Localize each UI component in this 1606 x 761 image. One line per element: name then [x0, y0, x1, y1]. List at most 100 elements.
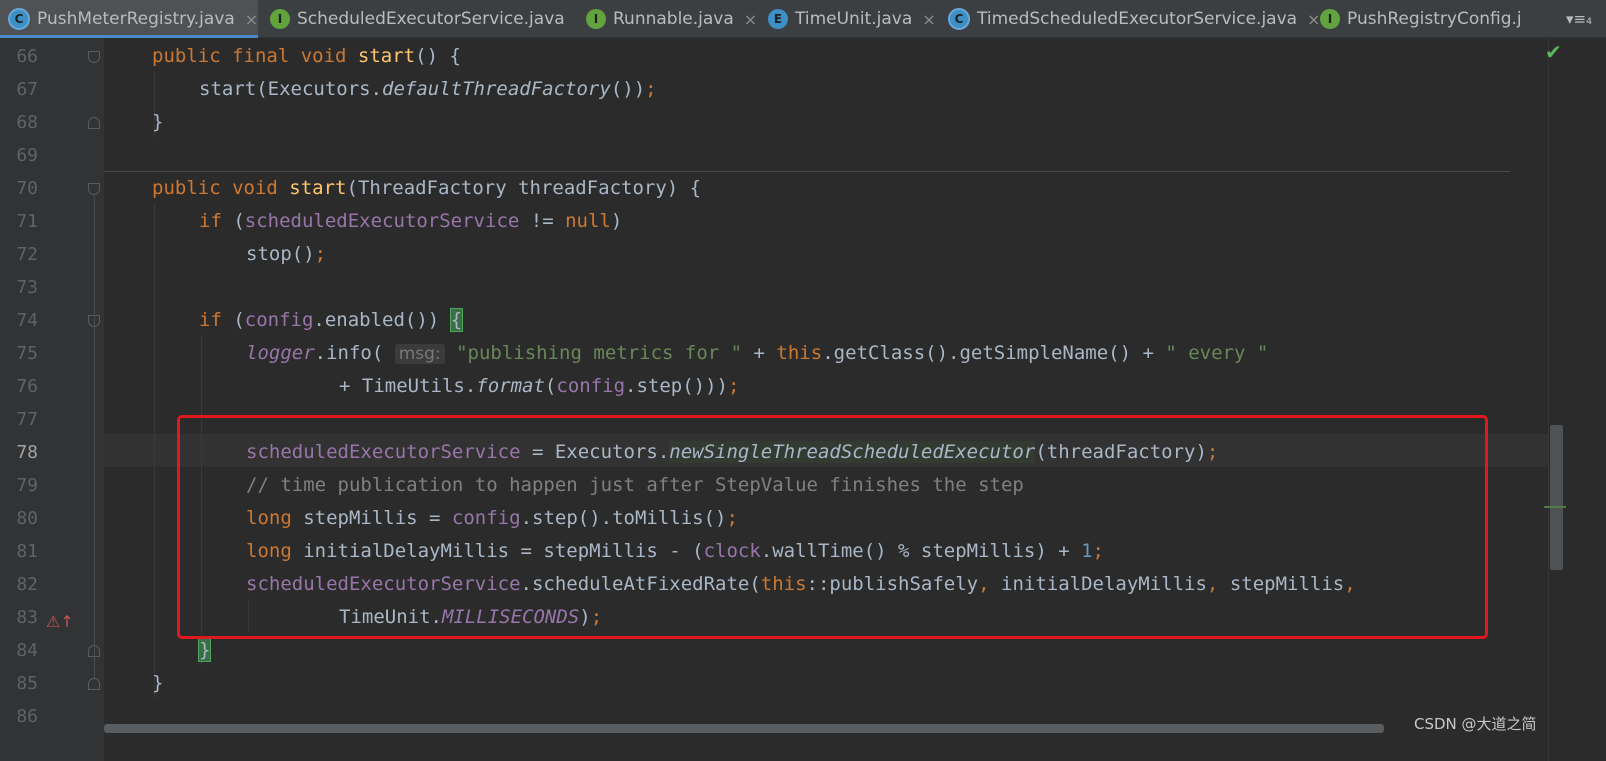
token: ; [727, 375, 740, 397]
inspection-ok-icon[interactable]: ✔ [1545, 40, 1562, 64]
tab-label: PushRegistryConfig.j [1347, 9, 1522, 29]
token: public final void [152, 45, 347, 67]
line-number: 71 [16, 211, 38, 232]
close-icon[interactable]: × [245, 10, 258, 29]
token: ( [544, 375, 557, 397]
line-number: 69 [16, 145, 38, 166]
interface-icon: I [270, 9, 290, 29]
line-number: 80 [16, 508, 38, 529]
tab-label: PushMeterRegistry.java [37, 9, 235, 29]
class-icon: C [948, 8, 970, 30]
highlight-annotation-box [177, 415, 1488, 639]
code-line-75: logger.info( msg: "publishing metrics fo… [246, 337, 1268, 370]
token: () { [415, 45, 461, 67]
tab-push-registry-config[interactable]: I PushRegistryConfig.j [1312, 0, 1558, 38]
tab-scheduled-executor-service[interactable]: I ScheduledExecutorService.java × [262, 0, 570, 38]
fold-collapse-icon[interactable] [88, 183, 100, 195]
fold-collapse-icon[interactable] [88, 51, 100, 63]
fold-guide-line [94, 196, 95, 678]
close-icon[interactable]: × [922, 10, 935, 29]
line-number: 74 [16, 310, 38, 331]
token: .step())) [625, 375, 728, 397]
code-line-72: stop(); [246, 238, 326, 271]
line-number-gutter: 66 67 68 69 70 71 72 73 74 75 76 77 78 7… [0, 38, 104, 761]
token: "publishing metrics for " [456, 342, 743, 364]
tab-push-meter-registry[interactable]: C PushMeterRegistry.java × [0, 0, 258, 38]
editor-tab-bar: C PushMeterRegistry.java × I ScheduledEx… [0, 0, 1606, 38]
enum-icon: E [768, 9, 788, 29]
code-line-70: public void start(ThreadFactory threadFa… [152, 172, 701, 205]
fold-end-icon[interactable] [88, 117, 100, 129]
token: ; [645, 78, 657, 100]
current-line-number: 78 [16, 442, 38, 463]
line-number: 82 [16, 574, 38, 595]
tab-label: ScheduledExecutorService.java [297, 9, 565, 29]
code-line-85: } [152, 667, 163, 700]
scrollbar-thumb[interactable] [1550, 425, 1563, 570]
tab-timed-scheduled-executor-service[interactable]: C TimedScheduledExecutorService.java × [940, 0, 1318, 38]
token: public void [152, 177, 278, 199]
line-number: 79 [16, 475, 38, 496]
matched-brace: { [449, 308, 464, 332]
code-line-68: } [152, 106, 163, 139]
token: " every " [1165, 342, 1269, 364]
token: defaultThreadFactory [382, 78, 611, 100]
code-line-67: start(Executors.defaultThreadFactory()); [199, 73, 657, 106]
token: ( [221, 210, 245, 232]
tab-list-dropdown-icon[interactable]: ▾≡₄ [1552, 0, 1606, 38]
token: logger [246, 342, 315, 364]
line-number: 66 [16, 46, 38, 67]
parameter-hint: msg: [394, 344, 445, 364]
token: this [776, 342, 823, 364]
line-number: 83 [16, 607, 38, 628]
token: start [289, 177, 347, 199]
token: ; [314, 243, 327, 265]
token: format [476, 375, 545, 397]
tab-time-unit[interactable]: E TimeUnit.java × [760, 0, 946, 38]
indent-guide [154, 203, 155, 698]
token: config [244, 309, 314, 331]
tab-label: Runnable.java [613, 9, 734, 29]
token: ) [610, 210, 623, 232]
line-number: 67 [16, 79, 38, 100]
line-number: 86 [16, 706, 38, 727]
tab-runnable[interactable]: I Runnable.java × [578, 0, 766, 38]
line-number: 70 [16, 178, 38, 199]
line-number: 68 [16, 112, 38, 133]
line-number: 81 [16, 541, 38, 562]
matched-brace: } [197, 638, 212, 662]
token: + [742, 342, 777, 364]
interface-icon: I [1320, 9, 1340, 29]
code-editor[interactable]: public final void start () { start(Execut… [104, 38, 1548, 761]
implements-method-icon[interactable]: ⚠↑ [46, 612, 74, 632]
token: if [199, 210, 222, 232]
change-marker [1544, 506, 1566, 508]
tab-label: TimeUnit.java [795, 9, 913, 29]
token: ()) [610, 78, 646, 100]
token: ( [221, 309, 245, 331]
watermark: CSDN @大道之简 [1414, 715, 1537, 733]
vertical-scrollbar[interactable] [1548, 38, 1566, 761]
token: .getClass().getSimpleName() + [822, 342, 1166, 364]
token: .info( [314, 342, 395, 364]
token: != [519, 210, 566, 232]
horizontal-scrollbar-thumb[interactable] [104, 724, 1384, 733]
token: if [199, 309, 222, 331]
token: } [152, 672, 164, 694]
token: } [152, 111, 164, 133]
token: config [556, 375, 626, 397]
fold-end-icon[interactable] [88, 678, 100, 690]
line-number: 85 [16, 673, 38, 694]
line-number: 84 [16, 640, 38, 661]
token: stop() [246, 243, 315, 265]
code-line-74: if (config.enabled()) { [199, 304, 464, 337]
line-number: 76 [16, 376, 38, 397]
token: start(Executors. [199, 78, 383, 100]
code-line-71: if (scheduledExecutorService != null) [199, 205, 622, 238]
line-number: 73 [16, 277, 38, 298]
interface-icon: I [586, 9, 606, 29]
line-number: 77 [16, 409, 38, 430]
close-icon[interactable]: × [744, 10, 757, 29]
token: null [565, 210, 611, 232]
tab-label: TimedScheduledExecutorService.java [977, 9, 1298, 29]
